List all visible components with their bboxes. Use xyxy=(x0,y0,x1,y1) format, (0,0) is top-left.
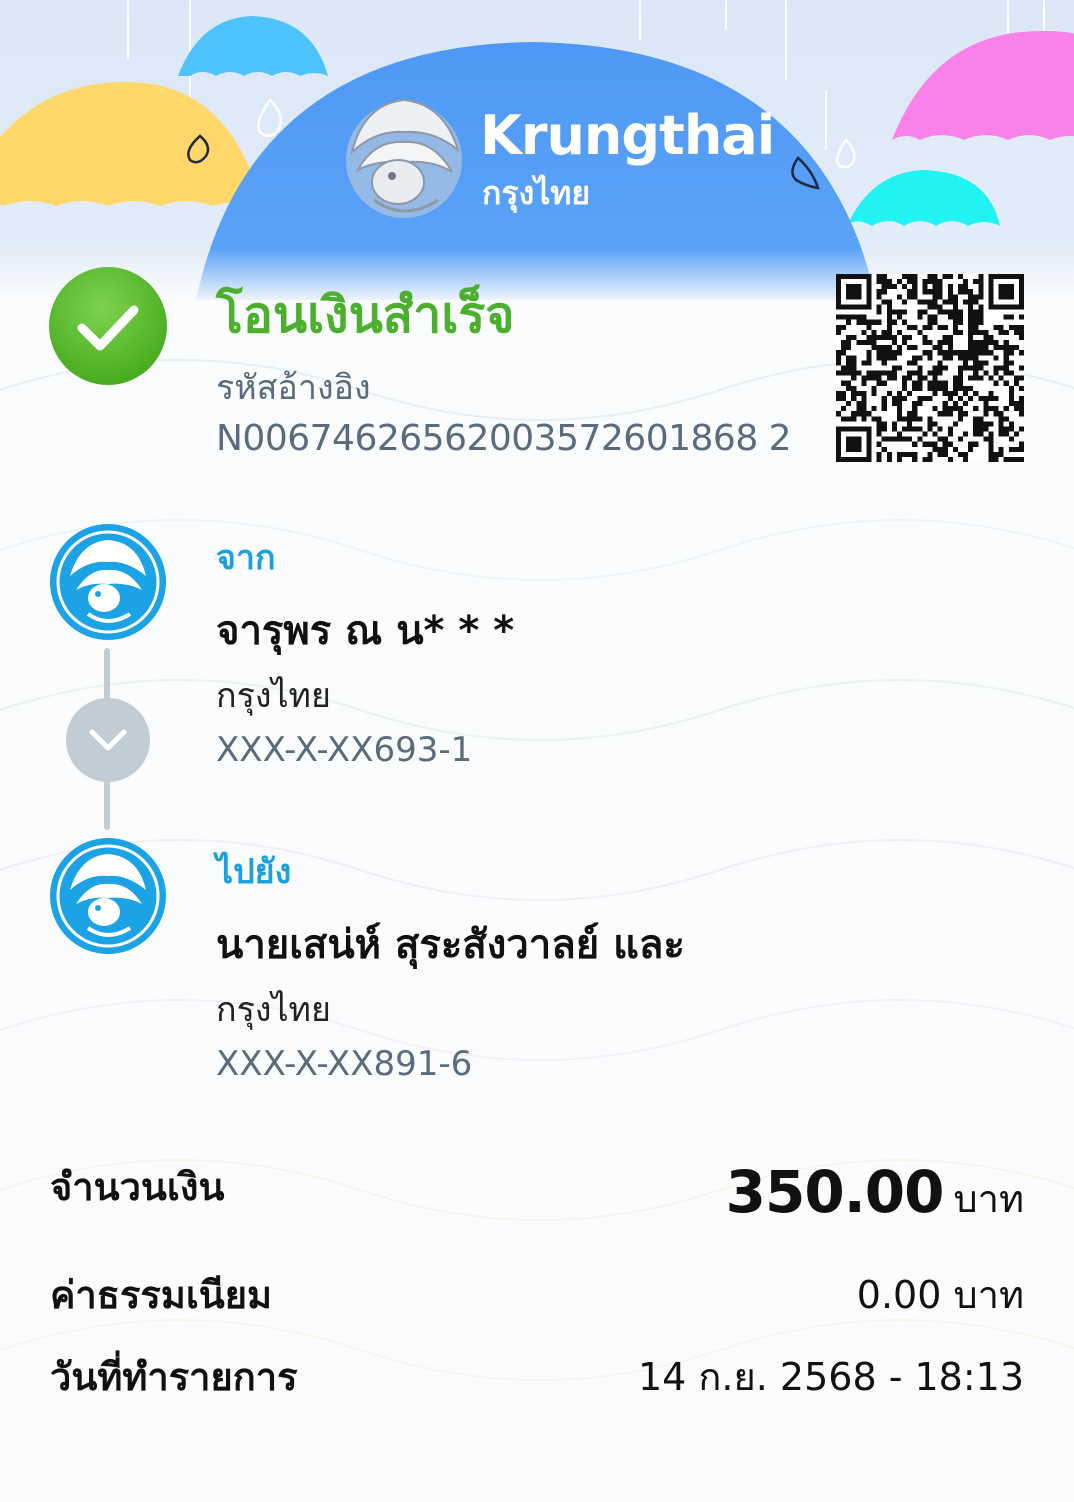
transfer-status-title: โอนเงินสำเร็จ xyxy=(216,286,515,344)
reference-label: รหัสอ้างอิง xyxy=(216,368,371,408)
fee-label: ค่าธรรมเนียม xyxy=(50,1273,273,1317)
amount-unit: บาท xyxy=(953,1177,1024,1221)
sender-bank: กรุงไทย xyxy=(216,676,331,716)
amount-label: จำนวนเงิน xyxy=(50,1165,225,1209)
recipient-label: ไปยัง xyxy=(216,852,292,892)
recipient-name: นายเสน่ห์ สุระสังวาลย์ และ xyxy=(216,922,685,968)
transfer-direction-indicator xyxy=(66,698,150,782)
recipient-bank-avatar xyxy=(50,838,166,954)
recipient-account: XXX-X-XX891-6 xyxy=(216,1044,473,1084)
header-banner: Krungthai กรุงไทย xyxy=(0,0,1074,300)
qr-code[interactable] xyxy=(836,274,1024,462)
sender-account: XXX-X-XX693-1 xyxy=(216,730,473,770)
fee-value: 0.00 บาท xyxy=(856,1273,1024,1317)
brand-name-th: กรุงไทย xyxy=(482,174,591,212)
recipient-bank: กรุงไทย xyxy=(216,990,331,1030)
sender-bank-avatar xyxy=(50,524,166,640)
brand-name-en: Krungthai xyxy=(480,104,775,167)
amount-display: 350.00 บาท xyxy=(726,1158,1024,1229)
sender-name: จารุพร ณ น* * * xyxy=(216,608,515,654)
reference-number: N00674626562003572601868 2 xyxy=(216,418,792,459)
chevron-down-icon xyxy=(89,729,127,751)
transaction-date-value: 14 ก.ย. 2568 - 18:13 xyxy=(637,1355,1024,1399)
transaction-date-label: วันที่ทำรายการ xyxy=(50,1355,298,1399)
check-circle-icon xyxy=(49,267,167,385)
sender-label: จาก xyxy=(216,538,276,578)
krungthai-bank-icon xyxy=(56,530,160,634)
krungthai-bank-icon xyxy=(56,844,160,948)
amount-value: 350.00 xyxy=(725,1158,945,1226)
